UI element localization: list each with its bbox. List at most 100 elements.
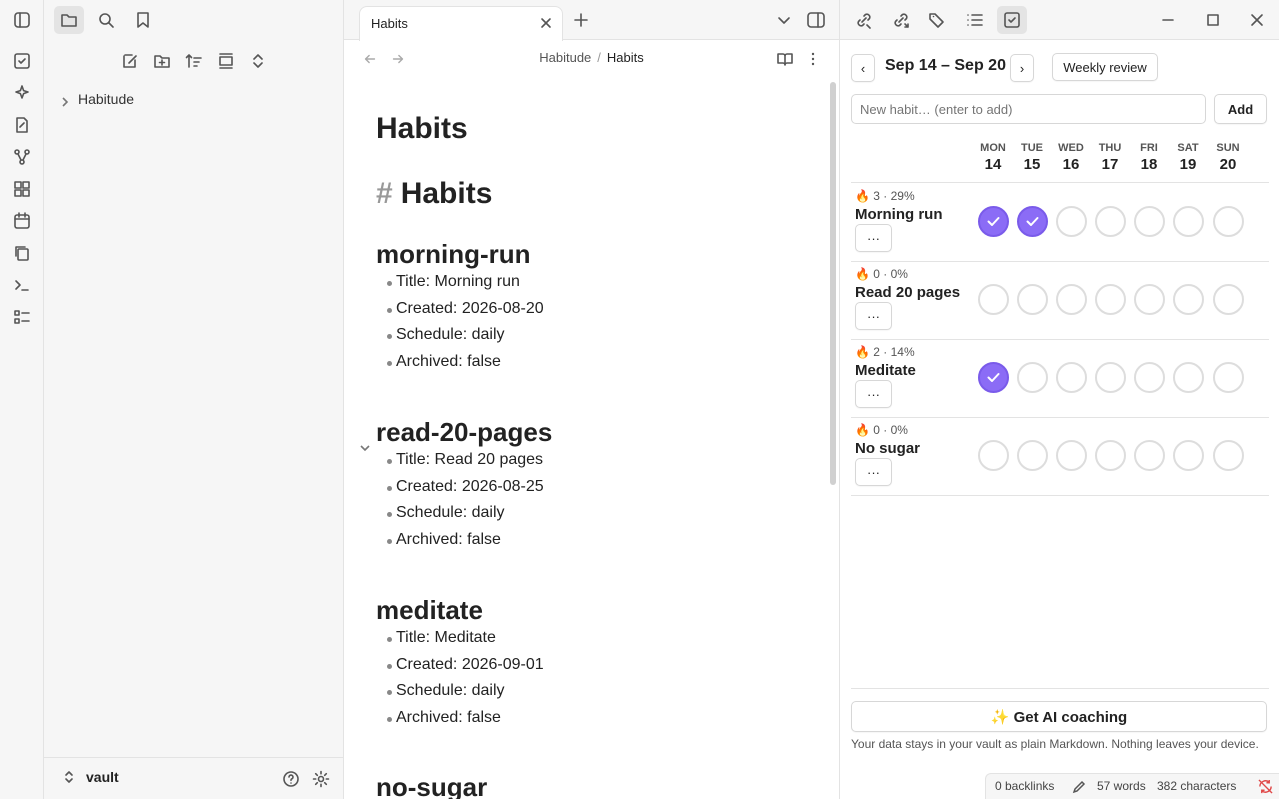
- habit-check-empty[interactable]: [1134, 284, 1165, 315]
- outline-icon[interactable]: [960, 6, 990, 34]
- backlinks-count[interactable]: 0 backlinks: [995, 779, 1054, 793]
- weekly-review-button[interactable]: Weekly review: [1052, 53, 1158, 81]
- chevron-down-icon[interactable]: [775, 11, 793, 29]
- checklist-icon[interactable]: [12, 307, 32, 327]
- add-habit-button[interactable]: Add: [1214, 94, 1267, 124]
- tags-icon[interactable]: [922, 6, 952, 34]
- day-name: SAT: [1177, 142, 1199, 154]
- new-note-icon[interactable]: [12, 115, 32, 135]
- day-header: TUE 15: [1014, 142, 1050, 173]
- ai-coaching-button[interactable]: ✨ Get AI coaching: [851, 701, 1267, 732]
- habit-more-button[interactable]: ···: [855, 458, 892, 486]
- vault-name: vault: [86, 769, 119, 785]
- habit-check-empty[interactable]: [1173, 362, 1204, 393]
- habit-check-empty[interactable]: [1056, 206, 1087, 237]
- breadcrumb-folder[interactable]: Habitude: [539, 50, 591, 65]
- heading-text: Habits: [400, 177, 493, 210]
- reading-view-icon[interactable]: [776, 50, 794, 68]
- close-icon[interactable]: [538, 15, 554, 31]
- search-icon[interactable]: [91, 6, 121, 34]
- list-item: Archived: false: [387, 709, 501, 726]
- habit-check-done[interactable]: [978, 206, 1009, 237]
- tasks-icon[interactable]: [12, 51, 32, 71]
- vault-switcher[interactable]: vault: [62, 769, 119, 785]
- habit-check-empty[interactable]: [1173, 206, 1204, 237]
- privacy-note: Your data stays in your vault as plain M…: [851, 737, 1259, 751]
- new-habit-input[interactable]: [851, 94, 1206, 124]
- habit-more-button[interactable]: ···: [855, 302, 892, 330]
- habit-check-empty[interactable]: [1095, 206, 1126, 237]
- fold-chevron-icon[interactable]: [360, 429, 370, 452]
- tab-habits[interactable]: Habits: [359, 6, 563, 41]
- list-item: Schedule: daily: [387, 504, 505, 521]
- outgoing-links-icon[interactable]: [886, 6, 916, 34]
- new-tab-icon[interactable]: [572, 11, 590, 29]
- tree-folder-habitude[interactable]: Habitude: [60, 88, 134, 110]
- divider: [851, 261, 1269, 262]
- minimize-icon[interactable]: [1159, 11, 1177, 29]
- habit-check-empty[interactable]: [1095, 284, 1126, 315]
- copy-icon[interactable]: [12, 243, 32, 263]
- graph-icon[interactable]: [12, 147, 32, 167]
- new-folder-icon[interactable]: [149, 48, 175, 74]
- habit-more-button[interactable]: ···: [855, 380, 892, 408]
- habit-check-empty[interactable]: [1056, 284, 1087, 315]
- pencil-icon[interactable]: [1072, 780, 1086, 797]
- section-heading: morning-run: [376, 239, 531, 269]
- new-note-icon[interactable]: [117, 48, 143, 74]
- list-item: Created: 2026-08-20: [387, 300, 544, 317]
- files-tab-icon[interactable]: [54, 6, 84, 34]
- next-week-button[interactable]: ›: [1010, 54, 1034, 82]
- more-options-icon[interactable]: [804, 50, 822, 68]
- habit-check-empty[interactable]: [1017, 440, 1048, 471]
- canvas-icon[interactable]: [12, 179, 32, 199]
- habit-check-empty[interactable]: [978, 440, 1009, 471]
- habit-check-empty[interactable]: [1213, 362, 1244, 393]
- habits-checkbox-icon[interactable]: [997, 6, 1027, 34]
- habit-check-empty[interactable]: [1056, 440, 1087, 471]
- prev-week-button[interactable]: ‹: [851, 54, 875, 82]
- habit-check-done[interactable]: [1017, 206, 1048, 237]
- bookmark-icon[interactable]: [128, 6, 158, 34]
- sync-off-icon[interactable]: [1258, 779, 1273, 797]
- heading-1: # Habits: [376, 177, 492, 211]
- editor-pane: Habits Habitude / Habits Habits # Habits mo…: [344, 0, 840, 799]
- toggle-sidebar-icon[interactable]: [7, 6, 37, 34]
- day-header: MON 14: [975, 142, 1011, 173]
- maximize-icon[interactable]: [1204, 11, 1222, 29]
- breadcrumb-current[interactable]: Habits: [607, 50, 644, 65]
- left-ribbon: [0, 0, 44, 799]
- expand-collapse-icon[interactable]: [245, 48, 271, 74]
- calendar-icon[interactable]: [12, 211, 32, 231]
- settings-gear-icon[interactable]: [311, 769, 331, 789]
- day-name: THU: [1098, 142, 1122, 154]
- habit-check-empty[interactable]: [1095, 440, 1126, 471]
- habit-check-empty[interactable]: [1134, 440, 1165, 471]
- sort-icon[interactable]: [181, 48, 207, 74]
- habit-more-button[interactable]: ···: [855, 224, 892, 252]
- scrollbar[interactable]: [830, 82, 836, 485]
- help-icon[interactable]: [281, 769, 301, 789]
- backlinks-icon[interactable]: [849, 6, 879, 34]
- habit-check-empty[interactable]: [1213, 284, 1244, 315]
- section-heading: read-20-pages: [376, 417, 553, 447]
- habit-check-empty[interactable]: [1213, 440, 1244, 471]
- habit-check-empty[interactable]: [1173, 440, 1204, 471]
- habit-check-empty[interactable]: [1173, 284, 1204, 315]
- habit-check-empty[interactable]: [1056, 362, 1087, 393]
- sparkle-icon[interactable]: [12, 83, 32, 103]
- habit-check-empty[interactable]: [1095, 362, 1126, 393]
- toggle-right-sidebar-icon[interactable]: [807, 11, 825, 29]
- habit-check-empty[interactable]: [1134, 362, 1165, 393]
- habit-check-empty[interactable]: [1017, 284, 1048, 315]
- collapse-view-icon[interactable]: [213, 48, 239, 74]
- habit-check-empty[interactable]: [978, 284, 1009, 315]
- divider: [851, 688, 1269, 689]
- habit-check-empty[interactable]: [1017, 362, 1048, 393]
- habit-check-empty[interactable]: [1213, 206, 1244, 237]
- section-heading: no-sugar: [376, 772, 488, 799]
- habit-check-empty[interactable]: [1134, 206, 1165, 237]
- close-window-icon[interactable]: [1248, 11, 1266, 29]
- habit-check-done[interactable]: [978, 362, 1009, 393]
- terminal-icon[interactable]: [12, 275, 32, 295]
